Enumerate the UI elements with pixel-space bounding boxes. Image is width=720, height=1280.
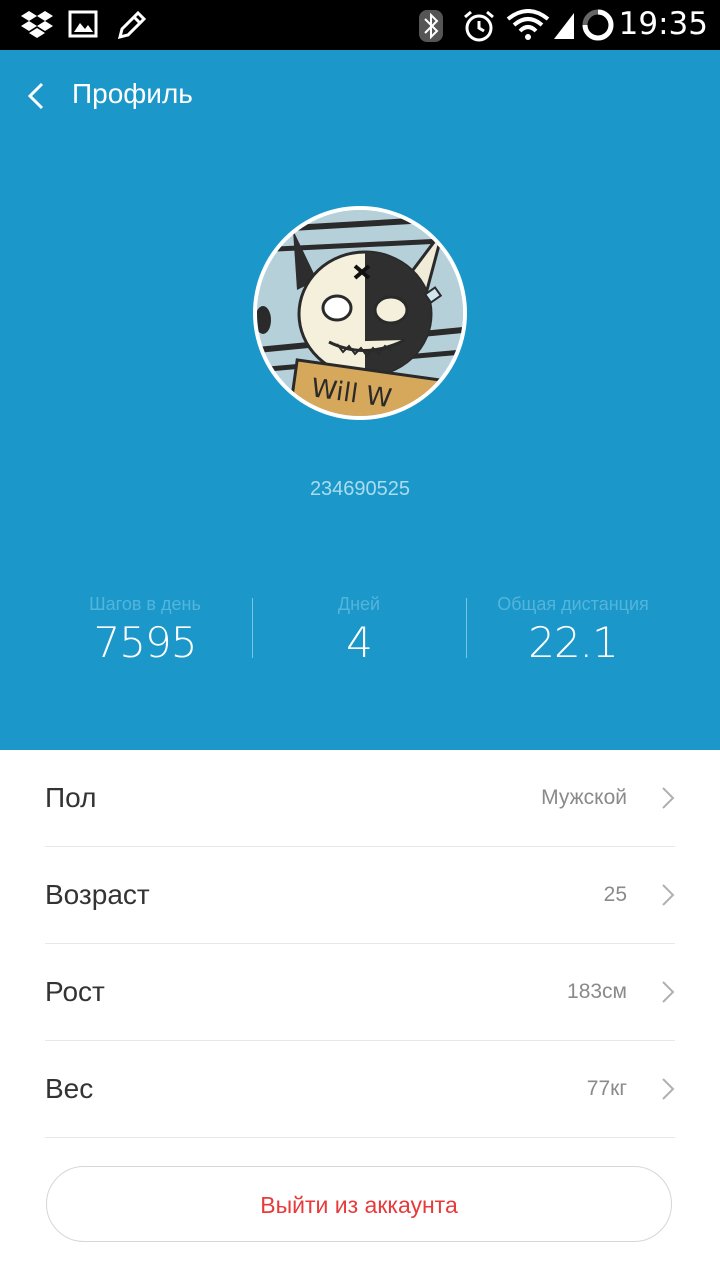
row-value: 25 [603,883,627,906]
stat-label: Шагов в день [89,594,201,614]
back-button[interactable] [18,76,58,116]
settings-row-height[interactable]: Рост 183см [45,944,675,1041]
row-label: Возраст [45,879,150,910]
chevron-right-icon [662,981,675,1003]
profile-settings-list: Пол Мужской Возраст 25 Рост 183см Вес 77… [45,750,675,1138]
signal-icon [554,13,574,39]
chevron-right-icon [662,884,675,906]
stat-total-distance: Общая дистанция 22.1 [473,592,673,667]
stat-value: 4 [346,618,373,667]
avatar[interactable]: Will W [257,210,463,416]
profile-header: Профиль Will W 234690525 Шагов в день 75… [0,50,720,750]
avatar-image: Will W [257,210,463,416]
status-bar: 19:35 [0,0,720,50]
stat-divider [252,598,253,658]
dropbox-icon [21,11,53,38]
stat-days: Дней 4 [259,592,459,667]
chevron-right-icon [662,787,675,809]
row-value: 77кг [586,1077,627,1100]
row-label: Пол [45,782,97,813]
row-label: Рост [45,976,105,1007]
battery-icon [582,9,614,41]
wifi-icon [506,9,550,40]
stat-value: 7595 [93,618,198,667]
alarm-icon [464,10,494,42]
stat-label: Общая дистанция [497,594,649,614]
user-id: 234690525 [309,478,411,500]
stat-value: 22.1 [528,618,619,667]
chevron-left-icon [27,82,44,110]
clock: 19:35 [618,6,708,42]
chevron-right-icon [662,1078,675,1100]
pencil-icon [117,10,147,40]
settings-row-weight[interactable]: Вес 77кг [45,1041,675,1138]
settings-row-gender[interactable]: Пол Мужской [45,750,675,847]
page-title: Профиль [72,78,193,109]
row-label: Вес [45,1073,94,1104]
stat-steps-per-day: Шагов в день 7595 [45,592,245,667]
bluetooth-icon [419,10,443,42]
image-icon [68,10,98,38]
stat-divider [466,598,467,658]
row-value: Мужской [541,786,627,809]
settings-row-age[interactable]: Возраст 25 [45,847,675,944]
row-value: 183см [567,980,627,1003]
stat-label: Дней [337,594,381,614]
logout-button[interactable]: Выйти из аккаунта [46,1166,672,1242]
